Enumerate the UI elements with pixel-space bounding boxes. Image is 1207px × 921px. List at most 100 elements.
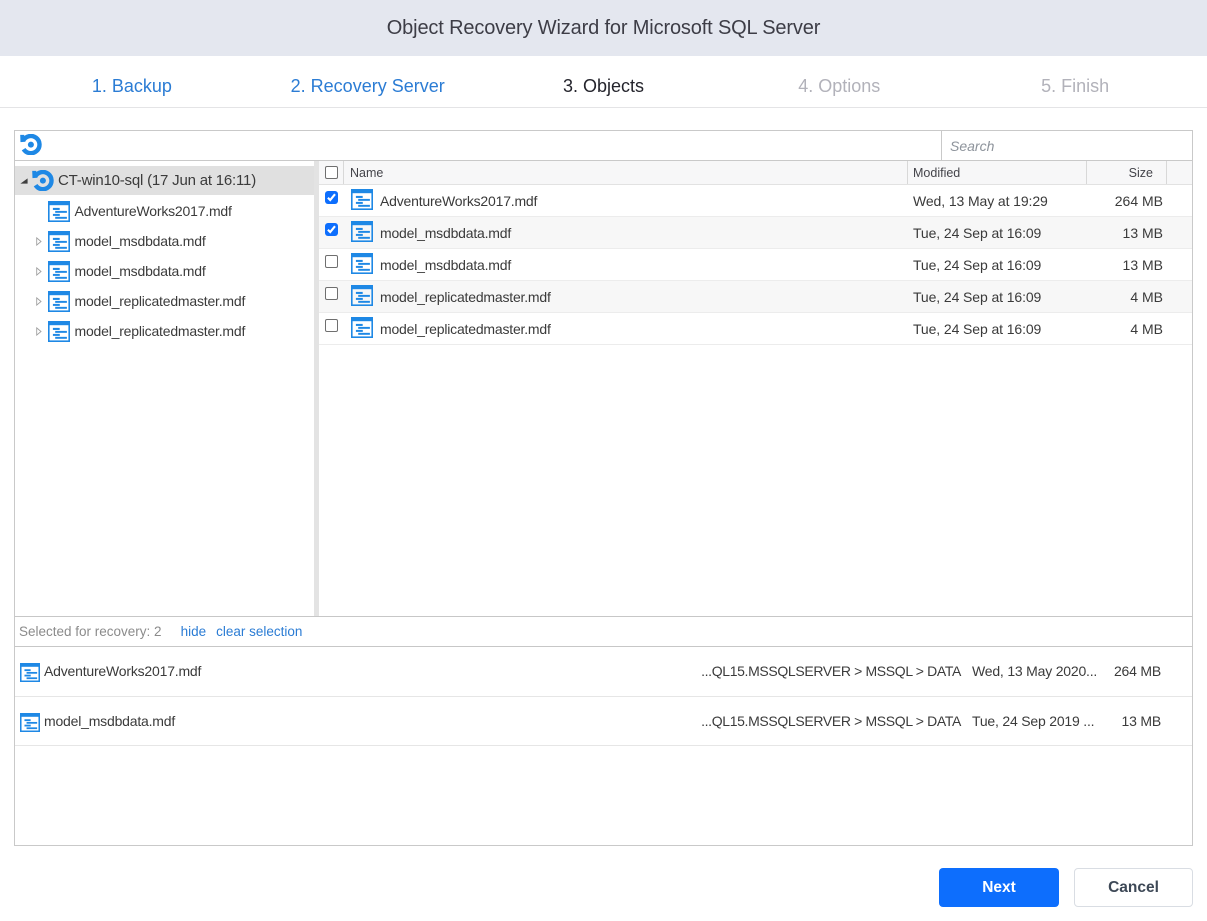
toolbar: [15, 131, 1192, 161]
checkmark-icon: [325, 191, 338, 204]
caret-collapsed-icon[interactable]: [36, 297, 42, 306]
search-input[interactable]: [942, 131, 1192, 160]
search-box: [941, 131, 1192, 160]
restore-point-icon: [32, 170, 54, 191]
mdf-file-icon: [351, 189, 373, 210]
mdf-file-icon: [351, 285, 373, 306]
selected-item-path: ...QL15.MSSQLSERVER > MSSQL > DATA: [701, 713, 961, 729]
column-header-modified[interactable]: Modified: [913, 166, 960, 180]
tree-item-label: AdventureWorks2017.mdf: [75, 203, 232, 219]
caret-collapsed-icon[interactable]: [36, 267, 42, 276]
file-row[interactable]: model_replicatedmaster.mdf Tue, 24 Sep a…: [319, 281, 1192, 313]
selected-items-list: AdventureWorks2017.mdf ...QL15.MSSQLSERV…: [15, 647, 1192, 746]
caret-collapsed-icon[interactable]: [36, 237, 42, 246]
mdf-file-icon: [48, 321, 70, 342]
tree-item[interactable]: model_msdbdata.mdf: [15, 256, 314, 286]
caret-collapsed-icon[interactable]: [36, 237, 42, 246]
file-modified: Tue, 24 Sep at 16:09: [913, 321, 1041, 337]
file-row[interactable]: model_replicatedmaster.mdf Tue, 24 Sep a…: [319, 313, 1192, 345]
step-recovery-server[interactable]: 2. Recovery Server: [250, 56, 486, 108]
selected-item-name: AdventureWorks2017.mdf: [44, 663, 201, 679]
tree-item[interactable]: AdventureWorks2017.mdf: [15, 196, 314, 226]
column-separator: [343, 161, 344, 184]
restore-point-icon: [20, 134, 42, 155]
mdf-file-icon: [351, 253, 373, 279]
next-button[interactable]: Next: [939, 868, 1059, 907]
mdf-file-icon: [351, 221, 373, 242]
column-header-name[interactable]: Name: [350, 166, 383, 180]
window-title-bar: Object Recovery Wizard for Microsoft SQL…: [0, 0, 1207, 56]
file-rows: AdventureWorks2017.mdf Wed, 13 May at 19…: [319, 185, 1192, 345]
caret-collapsed-icon[interactable]: [36, 267, 42, 276]
file-size: 13 MB: [1086, 225, 1163, 241]
mdf-file-icon: [48, 201, 70, 222]
file-list-header: Name Modified Size: [319, 161, 1192, 185]
step-options: 4. Options: [721, 56, 957, 108]
file-name: AdventureWorks2017.mdf: [380, 193, 537, 209]
file-modified: Tue, 24 Sep at 16:09: [913, 289, 1041, 305]
file-row[interactable]: model_msdbdata.mdf Tue, 24 Sep at 16:09 …: [319, 217, 1192, 249]
selected-item-row[interactable]: AdventureWorks2017.mdf ...QL15.MSSQLSERV…: [15, 647, 1192, 697]
content-split: CT-win10-sql (17 Jun at 16:11) Adventure…: [15, 161, 1192, 616]
selected-item-path: ...QL15.MSSQLSERVER > MSSQL > DATA: [701, 663, 961, 679]
file-row[interactable]: AdventureWorks2017.mdf Wed, 13 May at 19…: [319, 185, 1192, 217]
row-checkbox[interactable]: [325, 287, 338, 300]
row-checkbox[interactable]: [325, 223, 338, 236]
caret-collapsed-icon[interactable]: [36, 297, 42, 306]
tree-item[interactable]: model_msdbdata.mdf: [15, 226, 314, 256]
file-modified: Tue, 24 Sep at 16:09: [913, 225, 1041, 241]
selection-bar: Selected for recovery: 2 hide clear sele…: [15, 616, 1192, 647]
checkmark-icon: [325, 223, 338, 236]
caret-expanded-icon[interactable]: [20, 178, 28, 184]
selected-item-size: 264 MB: [1055, 663, 1161, 679]
tree-item-label: model_msdbdata.mdf: [75, 233, 206, 249]
file-name: model_replicatedmaster.mdf: [380, 289, 551, 305]
backup-tree: CT-win10-sql (17 Jun at 16:11) Adventure…: [15, 161, 319, 616]
caret-expanded-icon[interactable]: [20, 178, 28, 184]
mdf-file-icon: [351, 285, 373, 311]
cancel-button[interactable]: Cancel: [1074, 868, 1193, 907]
selection-count-label: Selected for recovery: 2: [19, 624, 162, 639]
select-all-checkbox[interactable]: [325, 166, 338, 179]
step-backup[interactable]: 1. Backup: [14, 56, 250, 108]
file-name: model_msdbdata.mdf: [380, 225, 511, 241]
mdf-file-icon: [48, 201, 70, 222]
file-row[interactable]: model_msdbdata.mdf Tue, 24 Sep at 16:09 …: [319, 249, 1192, 281]
mdf-file-icon: [20, 713, 40, 737]
refresh-button[interactable]: [20, 134, 43, 157]
mdf-file-icon: [48, 291, 70, 312]
tree-children: AdventureWorks2017.mdf model_msdbdata.md…: [15, 196, 314, 346]
selected-item-size: 13 MB: [1055, 713, 1161, 729]
mdf-file-icon: [351, 317, 373, 338]
hide-link[interactable]: hide: [181, 624, 207, 639]
row-checkbox[interactable]: [325, 319, 338, 332]
mdf-file-icon: [351, 221, 373, 247]
mdf-file-icon: [351, 317, 373, 343]
file-list: Name Modified Size AdventureWorks2017.md…: [319, 161, 1192, 616]
file-modified: Wed, 13 May at 19:29: [913, 193, 1048, 209]
file-size: 13 MB: [1086, 257, 1163, 273]
file-modified: Tue, 24 Sep at 16:09: [913, 257, 1041, 273]
caret-collapsed-icon[interactable]: [36, 327, 42, 336]
step-finish: 5. Finish: [957, 56, 1193, 108]
caret-collapsed-icon[interactable]: [36, 327, 42, 336]
file-name: model_replicatedmaster.mdf: [380, 321, 551, 337]
file-name: model_msdbdata.mdf: [380, 257, 511, 273]
mdf-file-icon: [20, 663, 40, 682]
tree-item[interactable]: model_replicatedmaster.mdf: [15, 286, 314, 316]
row-checkbox[interactable]: [325, 191, 338, 204]
selected-item-name: model_msdbdata.mdf: [44, 713, 175, 729]
tree-root-label: CT-win10-sql (17 Jun at 16:11): [58, 172, 256, 189]
tree-item-label: model_replicatedmaster.mdf: [75, 293, 246, 309]
file-size: 4 MB: [1086, 289, 1163, 305]
mdf-file-icon: [20, 713, 40, 732]
column-header-size[interactable]: Size: [1086, 166, 1153, 180]
footer: Next Cancel: [0, 846, 1207, 921]
restore-point-icon: [32, 170, 54, 191]
tree-item[interactable]: model_replicatedmaster.mdf: [15, 316, 314, 346]
row-checkbox[interactable]: [325, 255, 338, 268]
selected-item-row[interactable]: model_msdbdata.mdf ...QL15.MSSQLSERVER >…: [15, 697, 1192, 746]
clear-selection-link[interactable]: clear selection: [216, 624, 302, 639]
tree-root[interactable]: CT-win10-sql (17 Jun at 16:11): [15, 166, 314, 195]
tree-item-label: model_msdbdata.mdf: [75, 263, 206, 279]
